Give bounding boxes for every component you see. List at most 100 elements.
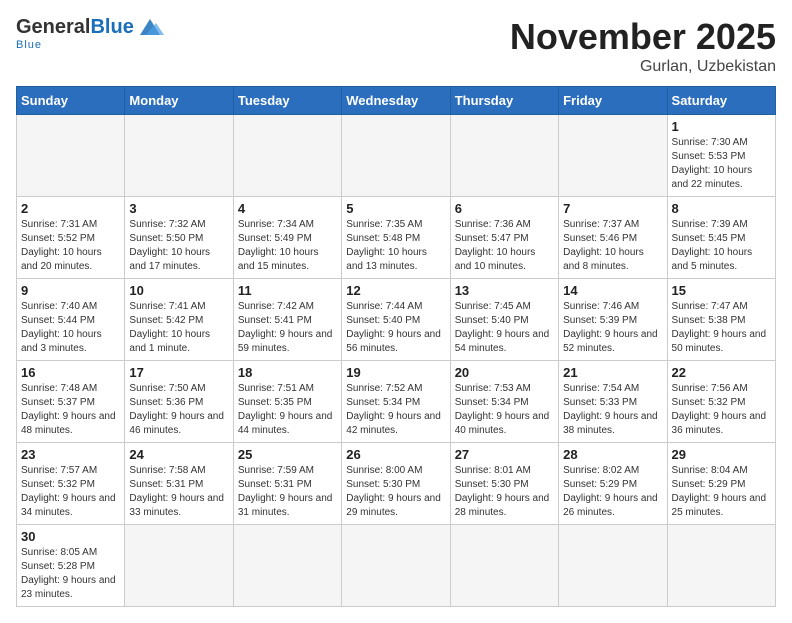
calendar-day-cell bbox=[125, 525, 233, 607]
calendar-day-cell: 19Sunrise: 7:52 AM Sunset: 5:34 PM Dayli… bbox=[342, 361, 450, 443]
calendar-day-cell: 12 Sunrise: 7:44 AM Sunset: 5:40 PM Dayli… bbox=[342, 279, 450, 361]
calendar-day-cell: 3Sunrise: 7:32 AM Sunset: 5:50 PM Daylig… bbox=[125, 197, 233, 279]
calendar-day-cell: 5Sunrise: 7:35 AM Sunset: 5:48 PM Daylig… bbox=[342, 197, 450, 279]
day-info: Sunrise: 7:34 AM Sunset: 5:49 PM Dayligh… bbox=[238, 218, 337, 274]
day-info: Sunrise: 7:31 AM Sunset: 5:52 PM Dayligh… bbox=[21, 218, 120, 274]
day-info: Sunrise: 7:36 AM Sunset: 5:47 PM Dayligh… bbox=[455, 218, 554, 274]
day-number: 21 bbox=[563, 365, 662, 380]
calendar-day-cell: 17Sunrise: 7:50 AM Sunset: 5:36 PM Dayli… bbox=[125, 361, 233, 443]
day-info: Sunrise: 7:30 AM Sunset: 5:53 PM Dayligh… bbox=[672, 136, 771, 192]
day-number: 25 bbox=[238, 447, 337, 462]
day-number: 27 bbox=[455, 447, 554, 462]
day-number: 23 bbox=[21, 447, 120, 462]
day-info: Sunrise: 7:32 AM Sunset: 5:50 PM Dayligh… bbox=[129, 218, 228, 274]
calendar-day-cell: 1 Sunrise: 7:30 AM Sunset: 5:53 PM Daylig… bbox=[667, 115, 775, 197]
calendar-day-cell: 15 Sunrise: 7:47 AM Sunset: 5:38 PM Dayli… bbox=[667, 279, 775, 361]
calendar-week-row: 2Sunrise: 7:31 AM Sunset: 5:52 PM Daylig… bbox=[17, 197, 776, 279]
calendar-day-cell: 21 Sunrise: 7:54 AM Sunset: 5:33 PM Dayli… bbox=[559, 361, 667, 443]
calendar-day-cell bbox=[342, 525, 450, 607]
day-number: 29 bbox=[672, 447, 771, 462]
weekday-header-row: SundayMondayTuesdayWednesdayThursdayFrid… bbox=[17, 87, 776, 115]
day-number: 26 bbox=[346, 447, 445, 462]
calendar-day-cell: 11 Sunrise: 7:42 AM Sunset: 5:41 PM Dayli… bbox=[233, 279, 341, 361]
calendar-day-cell: 28 Sunrise: 8:02 AM Sunset: 5:29 PM Dayli… bbox=[559, 443, 667, 525]
calendar-day-cell: 16 Sunrise: 7:48 AM Sunset: 5:37 PM Dayli… bbox=[17, 361, 125, 443]
calendar-day-cell bbox=[559, 525, 667, 607]
calendar-day-cell: 23 Sunrise: 7:57 AM Sunset: 5:32 PM Dayli… bbox=[17, 443, 125, 525]
day-info: Sunrise: 7:56 AM Sunset: 5:32 PM Dayligh… bbox=[672, 382, 771, 438]
day-number: 10 bbox=[129, 283, 228, 298]
weekday-header-thursday: Thursday bbox=[450, 87, 558, 115]
logo-tagline: Blue bbox=[16, 39, 42, 51]
calendar: SundayMondayTuesdayWednesdayThursdayFrid… bbox=[16, 86, 776, 607]
day-info: Sunrise: 7:42 AM Sunset: 5:41 PM Dayligh… bbox=[238, 300, 337, 356]
calendar-week-row: 16 Sunrise: 7:48 AM Sunset: 5:37 PM Dayli… bbox=[17, 361, 776, 443]
calendar-week-row: 30 Sunrise: 8:05 AM Sunset: 5:28 PM Dayli… bbox=[17, 525, 776, 607]
title-area: November 2025 Gurlan, Uzbekistan bbox=[510, 16, 776, 76]
calendar-day-cell: 8 Sunrise: 7:39 AM Sunset: 5:45 PM Daylig… bbox=[667, 197, 775, 279]
calendar-day-cell bbox=[233, 115, 341, 197]
day-number: 4 bbox=[238, 201, 337, 216]
calendar-day-cell: 29 Sunrise: 8:04 AM Sunset: 5:29 PM Dayli… bbox=[667, 443, 775, 525]
day-number: 28 bbox=[563, 447, 662, 462]
calendar-day-cell: 25Sunrise: 7:59 AM Sunset: 5:31 PM Dayli… bbox=[233, 443, 341, 525]
day-number: 8 bbox=[672, 201, 771, 216]
day-info: Sunrise: 7:57 AM Sunset: 5:32 PM Dayligh… bbox=[21, 464, 120, 520]
day-number: 14 bbox=[563, 283, 662, 298]
calendar-day-cell bbox=[559, 115, 667, 197]
day-number: 30 bbox=[21, 529, 120, 544]
header: General Blue Blue November 2025 Gurlan, … bbox=[16, 16, 776, 76]
day-info: Sunrise: 8:04 AM Sunset: 5:29 PM Dayligh… bbox=[672, 464, 771, 520]
calendar-day-cell: 7 Sunrise: 7:37 AM Sunset: 5:46 PM Daylig… bbox=[559, 197, 667, 279]
day-info: Sunrise: 7:53 AM Sunset: 5:34 PM Dayligh… bbox=[455, 382, 554, 438]
day-number: 11 bbox=[238, 283, 337, 298]
weekday-header-saturday: Saturday bbox=[667, 87, 775, 115]
calendar-day-cell: 30 Sunrise: 8:05 AM Sunset: 5:28 PM Dayli… bbox=[17, 525, 125, 607]
calendar-day-cell bbox=[125, 115, 233, 197]
day-info: Sunrise: 7:37 AM Sunset: 5:46 PM Dayligh… bbox=[563, 218, 662, 274]
day-info: Sunrise: 7:52 AM Sunset: 5:34 PM Dayligh… bbox=[346, 382, 445, 438]
logo: General Blue Blue bbox=[16, 16, 164, 51]
day-number: 18 bbox=[238, 365, 337, 380]
day-info: Sunrise: 7:47 AM Sunset: 5:38 PM Dayligh… bbox=[672, 300, 771, 356]
day-number: 7 bbox=[563, 201, 662, 216]
calendar-day-cell: 6 Sunrise: 7:36 AM Sunset: 5:47 PM Daylig… bbox=[450, 197, 558, 279]
location-title: Gurlan, Uzbekistan bbox=[510, 58, 776, 76]
calendar-day-cell: 14 Sunrise: 7:46 AM Sunset: 5:39 PM Dayli… bbox=[559, 279, 667, 361]
day-number: 22 bbox=[672, 365, 771, 380]
weekday-header-sunday: Sunday bbox=[17, 87, 125, 115]
day-info: Sunrise: 7:46 AM Sunset: 5:39 PM Dayligh… bbox=[563, 300, 662, 356]
day-number: 15 bbox=[672, 283, 771, 298]
day-info: Sunrise: 8:05 AM Sunset: 5:28 PM Dayligh… bbox=[21, 546, 120, 602]
calendar-day-cell: 13Sunrise: 7:45 AM Sunset: 5:40 PM Dayli… bbox=[450, 279, 558, 361]
calendar-day-cell: 20Sunrise: 7:53 AM Sunset: 5:34 PM Dayli… bbox=[450, 361, 558, 443]
day-info: Sunrise: 7:39 AM Sunset: 5:45 PM Dayligh… bbox=[672, 218, 771, 274]
day-info: Sunrise: 7:44 AM Sunset: 5:40 PM Dayligh… bbox=[346, 300, 445, 356]
weekday-header-friday: Friday bbox=[559, 87, 667, 115]
weekday-header-tuesday: Tuesday bbox=[233, 87, 341, 115]
day-info: Sunrise: 8:02 AM Sunset: 5:29 PM Dayligh… bbox=[563, 464, 662, 520]
day-number: 17 bbox=[129, 365, 228, 380]
calendar-day-cell: 22 Sunrise: 7:56 AM Sunset: 5:32 PM Dayli… bbox=[667, 361, 775, 443]
day-number: 9 bbox=[21, 283, 120, 298]
day-info: Sunrise: 7:48 AM Sunset: 5:37 PM Dayligh… bbox=[21, 382, 120, 438]
calendar-day-cell: 24Sunrise: 7:58 AM Sunset: 5:31 PM Dayli… bbox=[125, 443, 233, 525]
calendar-day-cell: 2Sunrise: 7:31 AM Sunset: 5:52 PM Daylig… bbox=[17, 197, 125, 279]
calendar-day-cell: 9Sunrise: 7:40 AM Sunset: 5:44 PM Daylig… bbox=[17, 279, 125, 361]
calendar-day-cell: 4 Sunrise: 7:34 AM Sunset: 5:49 PM Daylig… bbox=[233, 197, 341, 279]
calendar-week-row: 9Sunrise: 7:40 AM Sunset: 5:44 PM Daylig… bbox=[17, 279, 776, 361]
calendar-week-row: 1 Sunrise: 7:30 AM Sunset: 5:53 PM Daylig… bbox=[17, 115, 776, 197]
weekday-header-wednesday: Wednesday bbox=[342, 87, 450, 115]
logo-blue-text: Blue bbox=[90, 16, 133, 39]
calendar-day-cell: 27Sunrise: 8:01 AM Sunset: 5:30 PM Dayli… bbox=[450, 443, 558, 525]
day-number: 6 bbox=[455, 201, 554, 216]
calendar-day-cell bbox=[450, 525, 558, 607]
day-info: Sunrise: 7:41 AM Sunset: 5:42 PM Dayligh… bbox=[129, 300, 228, 356]
day-number: 12 bbox=[346, 283, 445, 298]
day-info: Sunrise: 8:00 AM Sunset: 5:30 PM Dayligh… bbox=[346, 464, 445, 520]
day-number: 16 bbox=[21, 365, 120, 380]
day-info: Sunrise: 7:54 AM Sunset: 5:33 PM Dayligh… bbox=[563, 382, 662, 438]
day-number: 1 bbox=[672, 119, 771, 134]
calendar-day-cell bbox=[667, 525, 775, 607]
calendar-day-cell: 10 Sunrise: 7:41 AM Sunset: 5:42 PM Dayli… bbox=[125, 279, 233, 361]
